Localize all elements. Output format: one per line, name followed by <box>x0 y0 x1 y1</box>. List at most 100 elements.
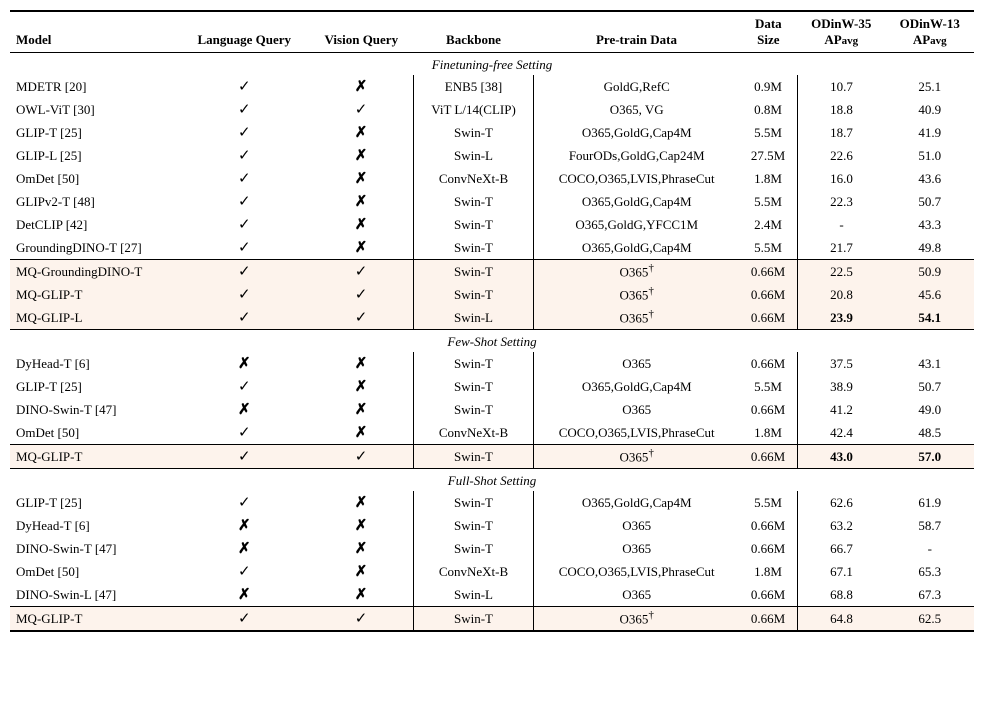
col-model: Model <box>10 11 180 53</box>
cell-backbone: ViT L/14(CLIP) <box>414 98 534 121</box>
cell-vq: ✗ <box>309 213 414 236</box>
cell-backbone: ConvNeXt-B <box>414 167 534 190</box>
table-row: OmDet [50]✓✗ConvNeXt-BCOCO,O365,LVIS,Phr… <box>10 167 974 190</box>
table-row: GLIP-T [25]✓✗Swin-TO365,GoldG,Cap4M5.5M1… <box>10 121 974 144</box>
cell-od35: 67.1 <box>797 560 885 583</box>
cell-lq: ✗ <box>180 398 309 421</box>
cell-backbone: ENB5 [38] <box>414 75 534 98</box>
cell-datasize: 0.66M <box>740 260 797 284</box>
table-row: OWL-ViT [30]✓✓ViT L/14(CLIP)O365, VG0.8M… <box>10 98 974 121</box>
table-row: DyHead-T [6]✗✗Swin-TO3650.66M37.543.1 <box>10 352 974 375</box>
cell-backbone: Swin-L <box>414 306 534 330</box>
cell-backbone: ConvNeXt-B <box>414 421 534 445</box>
cell-pretrain: O365† <box>533 283 739 306</box>
cell-pretrain: O365† <box>533 445 739 469</box>
cell-model: GroundingDINO-T [27] <box>10 236 180 260</box>
section-header: Few-Shot Setting <box>10 330 974 353</box>
cell-datasize: 1.8M <box>740 421 797 445</box>
cell-vq: ✗ <box>309 514 414 537</box>
cell-backbone: Swin-L <box>414 583 534 607</box>
cell-model: OWL-ViT [30] <box>10 98 180 121</box>
col-language-query: Language Query <box>180 11 309 53</box>
cell-vq: ✗ <box>309 537 414 560</box>
cell-datasize: 5.5M <box>740 121 797 144</box>
cell-vq: ✗ <box>309 121 414 144</box>
cell-od13: 41.9 <box>885 121 974 144</box>
cell-od13: 50.7 <box>885 190 974 213</box>
cell-datasize: 0.66M <box>740 352 797 375</box>
cell-backbone: Swin-T <box>414 514 534 537</box>
cell-backbone: Swin-T <box>414 213 534 236</box>
cell-pretrain: COCO,O365,LVIS,PhraseCut <box>533 560 739 583</box>
cell-od35: 63.2 <box>797 514 885 537</box>
cell-od13: 67.3 <box>885 583 974 607</box>
table-row: GLIP-T [25]✓✗Swin-TO365,GoldG,Cap4M5.5M6… <box>10 491 974 514</box>
cell-model: GLIP-T [25] <box>10 375 180 398</box>
cell-od13: 57.0 <box>885 445 974 469</box>
cell-od13: 61.9 <box>885 491 974 514</box>
cell-datasize: 0.66M <box>740 398 797 421</box>
cell-model: MQ-GLIP-L <box>10 306 180 330</box>
cell-od35: 22.6 <box>797 144 885 167</box>
cell-lq: ✗ <box>180 537 309 560</box>
table-row: OmDet [50]✓✗ConvNeXt-BCOCO,O365,LVIS,Phr… <box>10 421 974 445</box>
cell-backbone: Swin-T <box>414 352 534 375</box>
cell-pretrain: O365,GoldG,Cap4M <box>533 236 739 260</box>
cell-model: MQ-GLIP-T <box>10 445 180 469</box>
table-row: GroundingDINO-T [27]✓✗Swin-TO365,GoldG,C… <box>10 236 974 260</box>
cell-datasize: 5.5M <box>740 491 797 514</box>
cell-od13: 49.0 <box>885 398 974 421</box>
cell-model: DyHead-T [6] <box>10 352 180 375</box>
table-row: MDETR [20]✓✗ENB5 [38]GoldG,RefC0.9M10.72… <box>10 75 974 98</box>
cell-pretrain: FourODs,GoldG,Cap24M <box>533 144 739 167</box>
cell-model: MQ-GLIP-T <box>10 607 180 632</box>
cell-datasize: 1.8M <box>740 167 797 190</box>
table-row: DINO-Swin-T [47]✗✗Swin-TO3650.66M66.7- <box>10 537 974 560</box>
cell-vq: ✗ <box>309 398 414 421</box>
cell-lq: ✓ <box>180 607 309 632</box>
cell-vq: ✗ <box>309 190 414 213</box>
cell-model: MDETR [20] <box>10 75 180 98</box>
cell-datasize: 0.8M <box>740 98 797 121</box>
cell-lq: ✓ <box>180 121 309 144</box>
cell-od35: 18.8 <box>797 98 885 121</box>
cell-od13: 51.0 <box>885 144 974 167</box>
cell-pretrain: O365, VG <box>533 98 739 121</box>
cell-od13: 48.5 <box>885 421 974 445</box>
cell-od35: 66.7 <box>797 537 885 560</box>
table-row: OmDet [50]✓✗ConvNeXt-BCOCO,O365,LVIS,Phr… <box>10 560 974 583</box>
table-row: DINO-Swin-T [47]✗✗Swin-TO3650.66M41.249.… <box>10 398 974 421</box>
cell-model: MQ-GLIP-T <box>10 283 180 306</box>
cell-lq: ✗ <box>180 514 309 537</box>
cell-od13: 43.1 <box>885 352 974 375</box>
cell-od13: 43.3 <box>885 213 974 236</box>
cell-pretrain: COCO,O365,LVIS,PhraseCut <box>533 421 739 445</box>
cell-datasize: 0.66M <box>740 607 797 632</box>
table-row: DetCLIP [42]✓✗Swin-TO365,GoldG,YFCC1M2.4… <box>10 213 974 236</box>
table-row: GLIP-T [25]✓✗Swin-TO365,GoldG,Cap4M5.5M3… <box>10 375 974 398</box>
cell-pretrain: O365,GoldG,YFCC1M <box>533 213 739 236</box>
cell-pretrain: O365 <box>533 537 739 560</box>
cell-model: MQ-GroundingDINO-T <box>10 260 180 284</box>
section-header: Finetuning-free Setting <box>10 53 974 76</box>
cell-backbone: Swin-T <box>414 607 534 632</box>
cell-vq: ✓ <box>309 445 414 469</box>
cell-vq: ✓ <box>309 607 414 632</box>
cell-backbone: Swin-T <box>414 121 534 144</box>
cell-backbone: Swin-T <box>414 445 534 469</box>
cell-model: OmDet [50] <box>10 167 180 190</box>
cell-od35: 42.4 <box>797 421 885 445</box>
cell-datasize: 0.9M <box>740 75 797 98</box>
cell-lq: ✓ <box>180 236 309 260</box>
cell-od35: 37.5 <box>797 352 885 375</box>
cell-datasize: 27.5M <box>740 144 797 167</box>
cell-backbone: Swin-T <box>414 283 534 306</box>
cell-datasize: 0.66M <box>740 514 797 537</box>
cell-model: GLIP-T [25] <box>10 491 180 514</box>
cell-lq: ✗ <box>180 583 309 607</box>
cell-pretrain: O365,GoldG,Cap4M <box>533 121 739 144</box>
cell-pretrain: O365,GoldG,Cap4M <box>533 190 739 213</box>
table-row: MQ-GLIP-T✓✓Swin-TO365†0.66M43.057.0 <box>10 445 974 469</box>
table-row: GLIPv2-T [48]✓✗Swin-TO365,GoldG,Cap4M5.5… <box>10 190 974 213</box>
table-row: GLIP-L [25]✓✗Swin-LFourODs,GoldG,Cap24M2… <box>10 144 974 167</box>
